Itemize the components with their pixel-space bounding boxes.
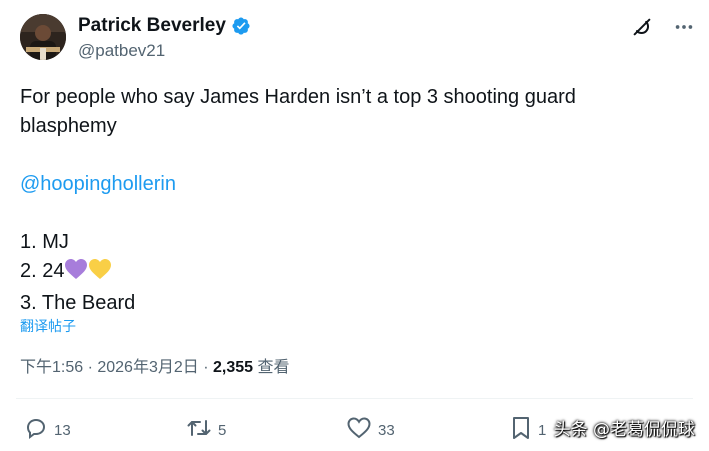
author-handle[interactable]: @patbev21 [78, 40, 251, 62]
reply-count: 13 [54, 421, 71, 439]
list-item-text: 2. 24 [20, 260, 65, 282]
like-icon [346, 416, 372, 444]
tweet-line-2: blasphemy [20, 115, 117, 137]
view-count: 2,355 [212, 359, 254, 376]
yellow-heart-icon [88, 258, 112, 289]
mention-link[interactable]: @hoopinghollerin [20, 170, 690, 199]
purple-heart-icon [64, 258, 88, 289]
author-block: Patrick Beverley @patbev21 [78, 14, 251, 62]
author-name[interactable]: Patrick Beverley [78, 14, 226, 38]
avatar[interactable] [20, 14, 66, 60]
verified-badge-icon [231, 16, 251, 36]
tweet-text: For people who say James Harden isn’t a … [20, 83, 690, 318]
tweet-line-1: For people who say James Harden isn’t a … [20, 86, 576, 108]
list-item: 3. The Beard [20, 292, 136, 314]
timestamp[interactable]: 下午1:56 · 2026年3月2日 · [20, 359, 213, 376]
translate-link[interactable]: 翻译帖子 [20, 316, 76, 336]
reply-icon [24, 416, 48, 444]
list-item: 1. MJ [20, 231, 69, 253]
more-icon[interactable] [673, 16, 695, 38]
repost-count: 5 [218, 421, 227, 439]
tweet-meta: 下午1:56 · 2026年3月2日 · 2,355 查看 [20, 356, 289, 380]
bookmark-icon [510, 415, 532, 445]
view-label: 查看 [253, 359, 290, 376]
repost-icon [186, 416, 212, 444]
watermark: 头条 @老葛侃侃球 [553, 420, 695, 440]
list-item: 2. 24 [20, 257, 690, 289]
like-button[interactable]: 33 [346, 414, 395, 446]
top-actions [631, 16, 695, 38]
bookmark-button[interactable]: 1 [510, 414, 546, 446]
reply-button[interactable]: 13 [24, 414, 71, 446]
repost-button[interactable]: 5 [186, 414, 226, 446]
like-count: 33 [378, 421, 395, 439]
bookmark-count: 1 [538, 421, 547, 439]
divider [16, 398, 693, 399]
grok-icon[interactable] [631, 16, 653, 38]
